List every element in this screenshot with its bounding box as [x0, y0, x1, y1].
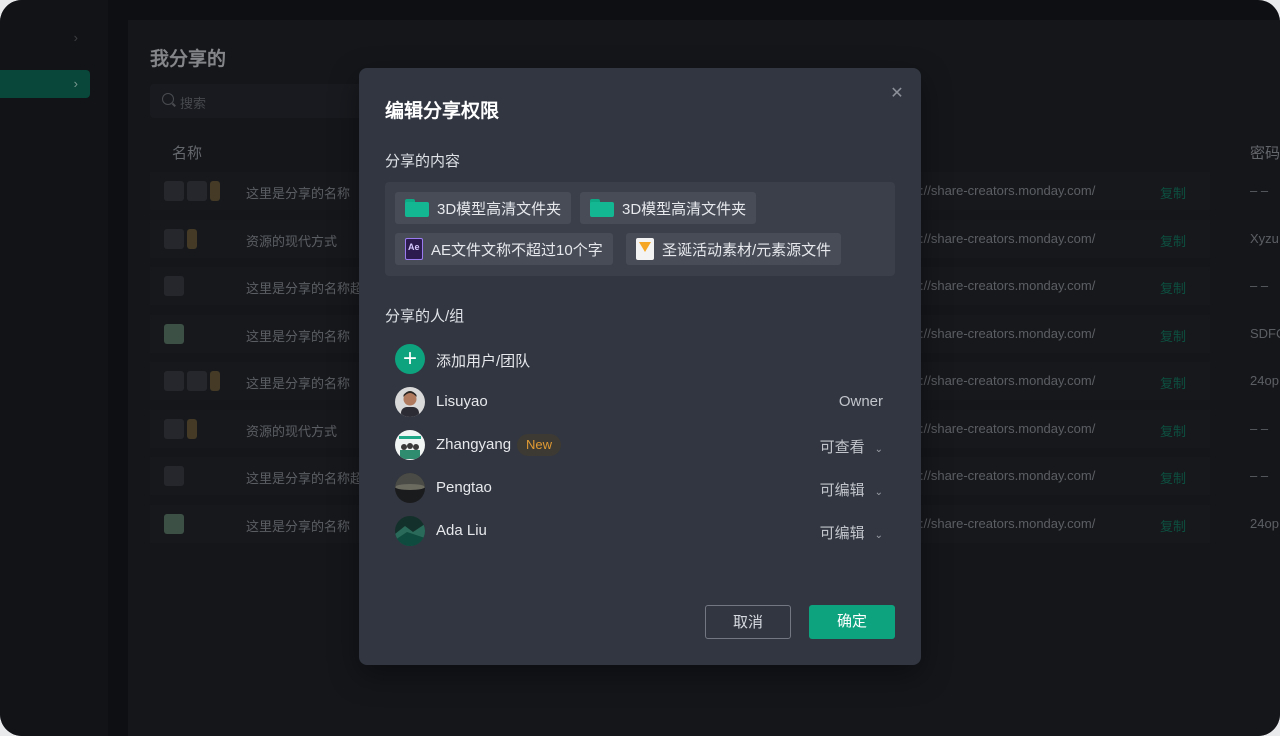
- shared-people-label: 分享的人/组: [385, 308, 465, 325]
- shared-content-list: 3D模型高清文件夹 3D模型高清文件夹 Ae AE文件文称不超过10个字 圣诞活…: [385, 182, 895, 276]
- app-window: › › 我分享的 搜索 名称 密码 这里是分享的名称 ://share-crea…: [0, 0, 1280, 736]
- confirm-button[interactable]: 确定: [809, 605, 895, 639]
- shared-item-chip[interactable]: 圣诞活动素材/元素源文件: [626, 233, 842, 265]
- role-label: Owner: [838, 393, 883, 410]
- chevron-down-icon: ⌄: [874, 530, 883, 541]
- new-badge: New: [517, 434, 562, 456]
- plus-icon: +: [395, 344, 425, 374]
- person-row: Lisuyao Owner: [395, 386, 895, 420]
- avatar: [395, 473, 425, 503]
- shared-content-label: 分享的内容: [385, 153, 461, 170]
- role-select[interactable]: 可编辑 ⌄: [820, 522, 883, 543]
- chevron-down-icon: ⌄: [874, 444, 883, 455]
- share-permission-dialog: 编辑分享权限 ✕ 分享的内容 3D模型高清文件夹 3D模型高清文件夹 Ae AE…: [359, 68, 921, 665]
- shared-item-chip[interactable]: 3D模型高清文件夹: [580, 192, 757, 224]
- folder-icon: [590, 199, 614, 217]
- avatar: [395, 387, 425, 417]
- close-icon[interactable]: ✕: [887, 84, 907, 104]
- after-effects-file-icon: Ae: [405, 238, 423, 260]
- avatar: [395, 516, 425, 546]
- chevron-down-icon: ⌄: [874, 487, 883, 498]
- dialog-title: 编辑分享权限: [385, 101, 500, 122]
- person-row: Ada Liu 可编辑 ⌄: [395, 515, 895, 549]
- shared-item-chip[interactable]: 3D模型高清文件夹: [395, 192, 572, 224]
- avatar: [395, 430, 425, 460]
- shared-item-chip[interactable]: Ae AE文件文称不超过10个字: [395, 233, 613, 265]
- person-row: Zhangyang New 可查看 ⌄: [395, 429, 895, 463]
- role-select[interactable]: 可编辑 ⌄: [820, 479, 883, 500]
- cancel-button[interactable]: 取消: [705, 605, 791, 639]
- role-select[interactable]: 可查看 ⌄: [820, 436, 883, 457]
- sketch-file-icon: [636, 238, 654, 260]
- folder-icon: [405, 199, 429, 217]
- person-row: Pengtao 可编辑 ⌄: [395, 472, 895, 506]
- add-user-button[interactable]: + 添加用户/团队: [395, 343, 895, 377]
